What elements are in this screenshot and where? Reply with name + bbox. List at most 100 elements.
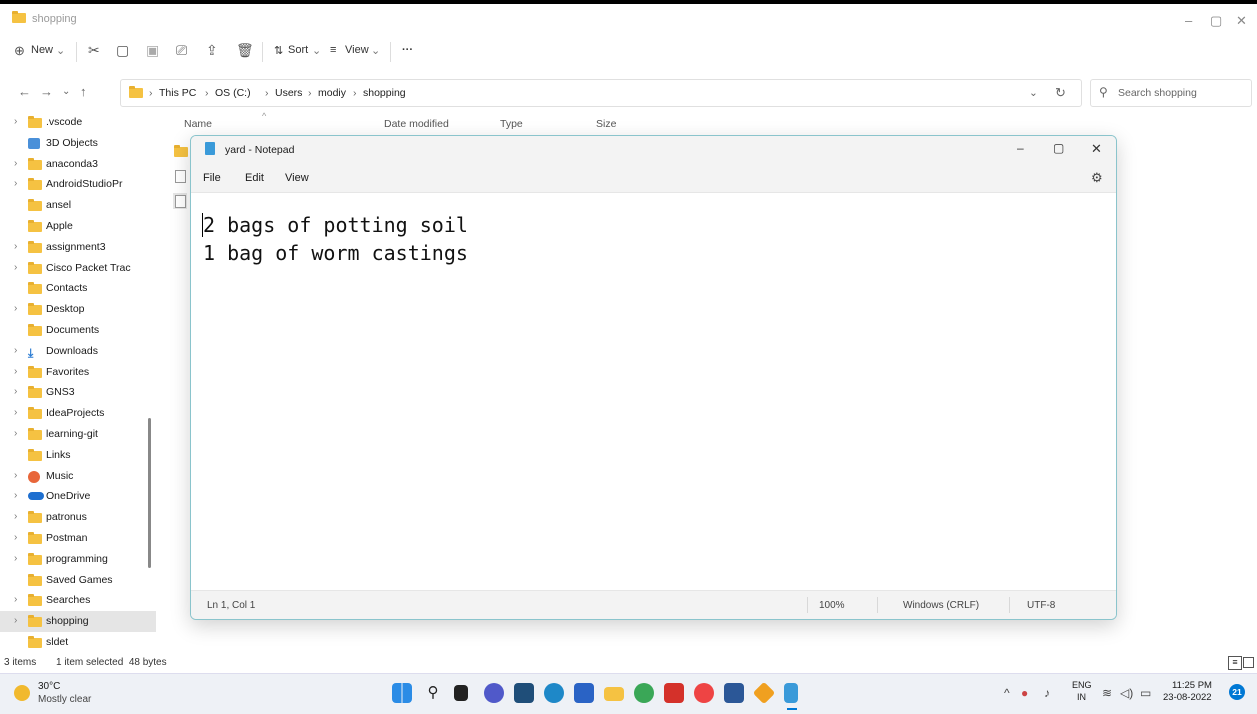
column-date-modified[interactable]: Date modified bbox=[384, 118, 449, 130]
sidebar-item[interactable]: Contacts bbox=[0, 278, 156, 299]
sidebar-item[interactable]: › patronus bbox=[0, 507, 156, 528]
maximize-button[interactable]: ▢ bbox=[1053, 141, 1064, 155]
sidebar-scrollbar[interactable] bbox=[148, 418, 151, 568]
chevron-right-icon[interactable]: › bbox=[14, 178, 17, 189]
notepad-taskbar-icon[interactable] bbox=[784, 683, 798, 703]
chevron-right-icon[interactable]: › bbox=[14, 490, 17, 501]
weather-desc[interactable]: Mostly clear bbox=[38, 694, 91, 705]
clock-time[interactable]: 11:25 PM bbox=[1172, 680, 1212, 691]
view-button[interactable]: View bbox=[345, 44, 369, 56]
lang-bottom[interactable]: IN bbox=[1077, 692, 1086, 702]
sidebar-item[interactable]: Links bbox=[0, 445, 156, 466]
sidebar-item[interactable]: › .vscode bbox=[0, 112, 156, 133]
acrobat-icon[interactable] bbox=[664, 683, 684, 703]
chevron-right-icon[interactable]: › bbox=[14, 303, 17, 314]
windows-start-icon[interactable] bbox=[392, 683, 412, 703]
column-size[interactable]: Size bbox=[596, 118, 616, 130]
new-button[interactable]: New bbox=[31, 44, 53, 56]
search-icon[interactable]: ⚲ bbox=[423, 683, 443, 703]
tiles-view-icon[interactable] bbox=[1243, 657, 1254, 668]
volume-icon[interactable]: ◁) bbox=[1120, 686, 1133, 700]
chevron-right-icon[interactable]: › bbox=[14, 407, 17, 418]
notepad-text-area[interactable]: 2 bags of potting soil 1 bag of worm cast… bbox=[191, 192, 1116, 591]
chevron-right-icon[interactable]: › bbox=[14, 386, 17, 397]
menu-view[interactable]: View bbox=[285, 172, 309, 184]
column-name[interactable]: Name bbox=[184, 118, 212, 130]
settings-gear-icon[interactable]: ⚙ bbox=[1091, 170, 1103, 186]
copy-icon[interactable]: ▢ bbox=[116, 42, 129, 59]
battery-icon[interactable]: ▭ bbox=[1140, 686, 1151, 700]
sidebar-item[interactable]: › assignment3 bbox=[0, 237, 156, 258]
sidebar-item[interactable]: Saved Games bbox=[0, 570, 156, 591]
sidebar-item[interactable]: › anaconda3 bbox=[0, 154, 156, 175]
sourcetree-icon[interactable] bbox=[752, 681, 776, 705]
wifi-icon[interactable]: ≋ bbox=[1102, 686, 1112, 700]
vscode-icon[interactable] bbox=[574, 683, 594, 703]
word-icon[interactable] bbox=[724, 683, 744, 703]
column-type[interactable]: Type bbox=[500, 118, 523, 130]
rename-icon[interactable]: ⎚ bbox=[176, 42, 187, 59]
microphone-icon[interactable]: ♪ bbox=[1044, 686, 1050, 700]
sidebar-item[interactable]: › Desktop bbox=[0, 299, 156, 320]
address-bar[interactable]: › This PC › OS (C:) › Users › modiy › sh… bbox=[120, 79, 1082, 107]
chevron-right-icon[interactable]: › bbox=[14, 428, 17, 439]
menu-file[interactable]: File bbox=[203, 172, 221, 184]
sidebar-item[interactable]: › learning-git bbox=[0, 424, 156, 445]
weather-temp[interactable]: 30°C bbox=[38, 681, 60, 692]
breadcrumb-modiy[interactable]: modiy bbox=[318, 87, 346, 99]
chevron-down-icon[interactable]: ⌄ bbox=[62, 86, 70, 97]
sidebar-item[interactable]: sldet bbox=[0, 632, 156, 652]
chevron-right-icon[interactable]: › bbox=[14, 116, 17, 127]
chevron-down-icon[interactable]: ⌄ bbox=[1029, 87, 1038, 99]
file-explorer-icon[interactable] bbox=[604, 687, 624, 701]
sidebar-item[interactable]: 3D Objects bbox=[0, 133, 156, 154]
sidebar-item[interactable]: › Music bbox=[0, 466, 156, 487]
lang-top[interactable]: ENG bbox=[1072, 680, 1092, 690]
sidebar-item[interactable]: › OneDrive bbox=[0, 486, 156, 507]
menu-edit[interactable]: Edit bbox=[245, 172, 264, 184]
breadcrumb-users[interactable]: Users bbox=[275, 87, 302, 99]
sidebar-item[interactable]: › Favorites bbox=[0, 362, 156, 383]
sidebar-item[interactable]: › AndroidStudioPr bbox=[0, 174, 156, 195]
chevron-right-icon[interactable]: › bbox=[14, 345, 17, 356]
sidebar-item[interactable]: Apple bbox=[0, 216, 156, 237]
network-alert-icon[interactable]: ● bbox=[1021, 686, 1028, 700]
store-icon[interactable] bbox=[514, 683, 534, 703]
sidebar-item[interactable]: › programming bbox=[0, 549, 156, 570]
notepad-content[interactable]: 2 bags of potting soil 1 bag of worm cast… bbox=[203, 211, 468, 267]
chevron-right-icon[interactable]: › bbox=[14, 366, 17, 377]
chevron-right-icon[interactable]: › bbox=[14, 594, 17, 605]
chevron-right-icon[interactable]: › bbox=[14, 511, 17, 522]
up-arrow-icon[interactable]: ↑ bbox=[80, 84, 87, 99]
task-view-icon[interactable] bbox=[454, 685, 468, 701]
chevron-right-icon[interactable]: › bbox=[14, 470, 17, 481]
more-button[interactable]: ··· bbox=[402, 44, 413, 56]
teams-icon[interactable] bbox=[484, 683, 504, 703]
close-button[interactable]: ✕ bbox=[1236, 13, 1247, 29]
chevron-right-icon[interactable]: › bbox=[14, 615, 17, 626]
clock-date[interactable]: 23-08-2022 bbox=[1163, 692, 1212, 703]
forward-arrow-icon[interactable]: → bbox=[40, 84, 53, 99]
cut-icon[interactable]: ✂ bbox=[88, 42, 100, 59]
refresh-icon[interactable]: ↻ bbox=[1055, 85, 1066, 101]
chevron-right-icon[interactable]: › bbox=[14, 241, 17, 252]
close-button[interactable]: ✕ bbox=[1091, 141, 1102, 157]
minimize-button[interactable]: – bbox=[1017, 141, 1024, 155]
details-view-icon[interactable]: ≡ bbox=[1228, 656, 1242, 670]
share-icon[interactable]: ⇪ bbox=[206, 42, 218, 59]
breadcrumb-shopping[interactable]: shopping bbox=[363, 87, 406, 99]
chrome-icon[interactable] bbox=[634, 683, 654, 703]
edge-icon[interactable] bbox=[544, 683, 564, 703]
chevron-up-icon[interactable]: ^ bbox=[1004, 686, 1010, 700]
sidebar-item[interactable]: › Postman bbox=[0, 528, 156, 549]
back-arrow-icon[interactable]: ← bbox=[18, 84, 31, 99]
sidebar-item[interactable]: › ⤓ Downloads bbox=[0, 341, 156, 362]
sort-button[interactable]: Sort bbox=[288, 44, 308, 56]
sidebar-item[interactable]: › shopping bbox=[0, 611, 156, 633]
sidebar-item[interactable]: › GNS3 bbox=[0, 382, 156, 403]
chevron-right-icon[interactable]: › bbox=[14, 158, 17, 169]
sidebar-item[interactable]: › Searches bbox=[0, 590, 156, 611]
search-input[interactable]: ⚲ Search shopping bbox=[1090, 79, 1252, 107]
paste-icon[interactable]: ▣ bbox=[146, 42, 159, 59]
sidebar-item[interactable]: ansel bbox=[0, 195, 156, 216]
